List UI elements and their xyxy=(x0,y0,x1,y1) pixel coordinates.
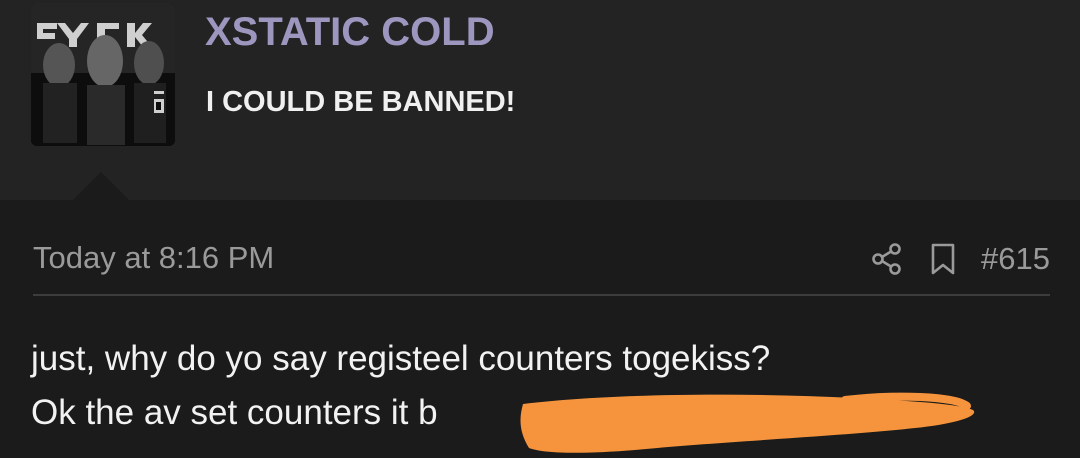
username[interactable]: XSTATIC COLD xyxy=(205,10,495,55)
avatar-image xyxy=(31,3,175,146)
user-avatar[interactable] xyxy=(31,3,175,146)
forum-post: XSTATIC COLD I COULD BE BANNED! Today at… xyxy=(0,0,1080,458)
post-actions: #615 xyxy=(869,234,1050,284)
bookmark-icon[interactable] xyxy=(925,241,961,277)
post-body: just, why do yo say registeel counters t… xyxy=(31,332,1061,440)
post-timestamp[interactable]: Today at 8:16 PM xyxy=(33,240,274,276)
post-number-link[interactable]: #615 xyxy=(981,241,1050,277)
user-title: I COULD BE BANNED! xyxy=(206,86,516,118)
header-pointer xyxy=(73,172,129,200)
share-icon[interactable] xyxy=(869,241,905,277)
post-text-line: Ok the av set counters it b xyxy=(31,393,438,432)
post-header: XSTATIC COLD I COULD BE BANNED! xyxy=(0,0,1080,200)
post-meta: Today at 8:16 PM #615 xyxy=(33,234,1050,296)
post-text-line: just, why do yo say registeel counters t… xyxy=(31,339,771,378)
